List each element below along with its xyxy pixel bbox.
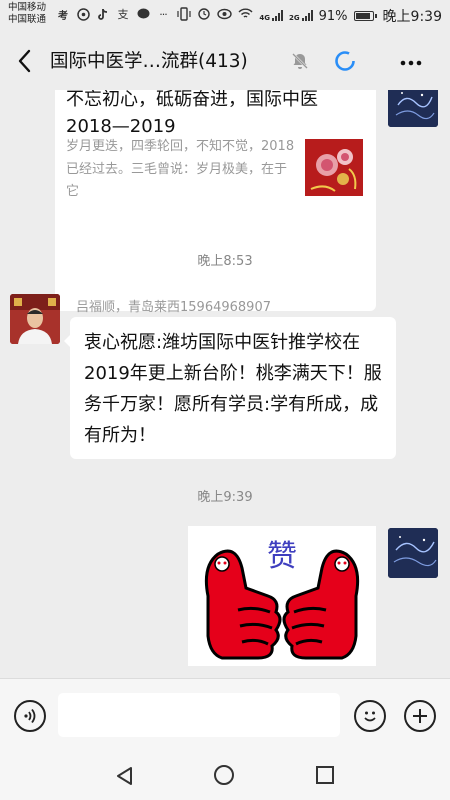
system-navigation-bar (0, 750, 450, 800)
status-right: 4G 2G 91% 晚上9:39 (177, 6, 442, 26)
sender-avatar[interactable] (10, 294, 60, 344)
self-avatar[interactable] (388, 528, 438, 578)
status-bar: 中国移动 中国联通 考 支 ··· 4G 2G 91% 晚上9:39 (0, 0, 450, 32)
link-card-description: 岁月更迭，四季轮回，不知不觉，2018已经过去。三毛曾说：岁月极美，在于它 (66, 139, 295, 199)
message-input[interactable] (58, 693, 340, 737)
alipay-icon: 支 (117, 8, 129, 21)
mute-bell-icon (290, 51, 310, 71)
battery-icon (353, 11, 377, 21)
back-button[interactable] (14, 48, 38, 74)
app-icon-1: 考 (58, 10, 68, 22)
voice-input-button[interactable] (14, 700, 46, 732)
system-home-button[interactable] (214, 765, 234, 785)
alarm-icon (197, 7, 211, 25)
plus-icon (413, 709, 427, 723)
sticker-label: 赞 (267, 539, 297, 574)
emoji-button[interactable] (354, 700, 386, 732)
chat-title: 国际中医学…流群(413) (50, 51, 248, 72)
signal-2g-icon: 2G (289, 10, 313, 22)
vibrate-icon (177, 7, 191, 25)
more-dots-icon: ··· (159, 7, 168, 21)
chat-bubble-icon (136, 7, 150, 21)
system-recent-apps-button[interactable] (316, 766, 334, 784)
message-text: 衷心祝愿:潍坊国际中医针推学校在2019年更上新台阶！桃李满天下！服务千万家！愿… (84, 332, 382, 446)
signal-4g-icon: 4G (259, 10, 284, 22)
timestamp: 晚上8:53 (197, 254, 253, 269)
tiktok-icon (96, 7, 110, 21)
sender-name: 吕福顺，青岛莱西15964968907 (76, 300, 271, 315)
smiley-icon (364, 711, 376, 722)
chat-messages[interactable]: 不忘初心，砥砺奋进，国际中医 2018—2019 岁月更迭，四季轮回，不知不觉，… (0, 90, 450, 678)
text-message-bubble[interactable]: 衷心祝愿:潍坊国际中医针推学校在2019年更上新台阶！桃李满天下！服务千万家！愿… (70, 317, 396, 459)
notification-icons: 考 支 ··· (56, 7, 170, 22)
compass-icon (76, 7, 90, 21)
self-avatar[interactable] (388, 90, 438, 127)
link-card-message[interactable]: 不忘初心，砥砺奋进，国际中医 2018—2019 岁月更迭，四季轮回，不知不觉，… (55, 90, 376, 311)
wifi-icon (238, 8, 253, 24)
more-functions-button[interactable] (404, 700, 436, 732)
voice-icon (24, 708, 36, 724)
clock: 晚上9:39 (382, 9, 442, 25)
link-card-title: 不忘初心，砥砺奋进，国际中医 2018—2019 (66, 90, 318, 137)
link-card-thumbnail (305, 139, 363, 196)
carrier-1: 中国移动 (8, 2, 47, 13)
sticker-message[interactable]: 赞 (188, 526, 376, 666)
mini-program-icon[interactable] (334, 50, 356, 72)
input-bar (0, 678, 450, 750)
chat-header: 国际中医学…流群(413) (0, 32, 450, 90)
eye-icon (217, 8, 233, 24)
carrier-info: 中国移动 中国联通 (8, 2, 46, 26)
carrier-2: 中国联通 (8, 14, 47, 25)
battery-percent: 91% (318, 8, 348, 24)
more-options-button[interactable] (400, 59, 422, 66)
system-back-button[interactable] (114, 765, 136, 791)
timestamp: 晚上9:39 (197, 490, 253, 505)
